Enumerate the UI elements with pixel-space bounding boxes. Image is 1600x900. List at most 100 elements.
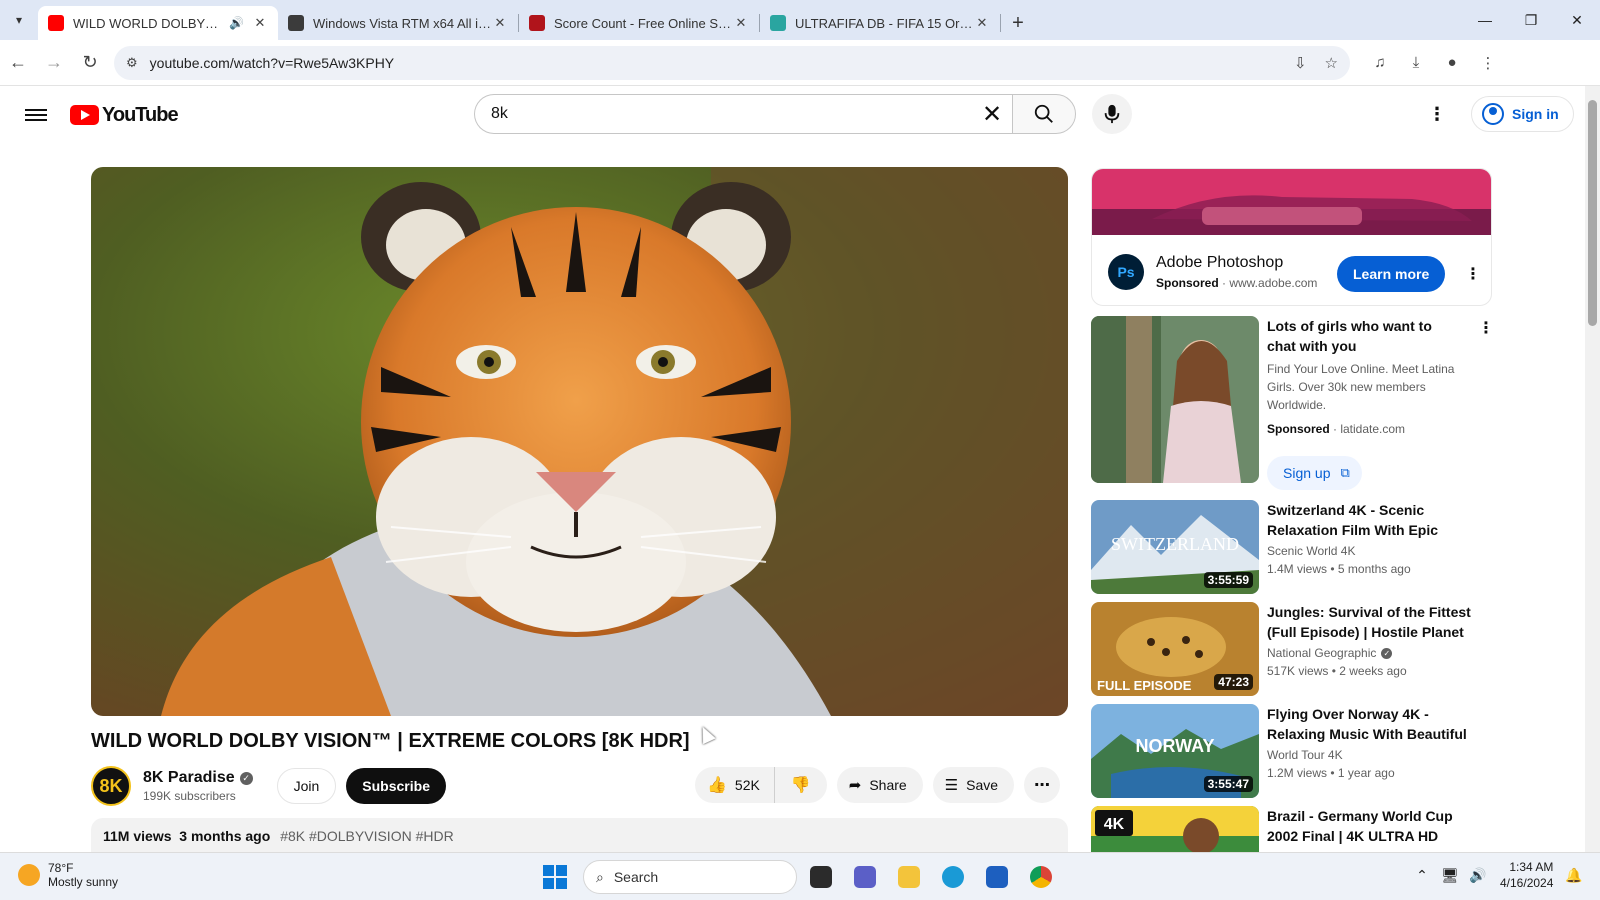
tab-youtube[interactable]: WILD WORLD DOLBY VISION™ | EXTREME COLOR…	[38, 6, 278, 40]
recommendation-item[interactable]: FULL EPISODE 47:23 Jungles: Survival of …	[1091, 602, 1492, 696]
close-tab-icon[interactable]: ✕	[733, 15, 749, 31]
recommendation-channel[interactable]: Scenic World 4K	[1267, 544, 1355, 558]
duration-badge: 47:23	[1214, 674, 1253, 690]
share-button[interactable]: ➦ Share	[836, 767, 923, 803]
ad-text: Adobe Photoshop Sponsored · www.adobe.co…	[1156, 254, 1317, 290]
recommendation-thumbnail[interactable]: NORWAY 3:55:47	[1091, 704, 1259, 798]
recommendation-thumbnail[interactable]: SWITZERLAND 3:55:59	[1091, 500, 1259, 594]
windows-start-icon[interactable]	[543, 865, 567, 889]
description-box[interactable]: 11M views 3 months ago #8K #DOLBYVISION …	[91, 818, 1068, 852]
recommendation-thumbnail[interactable]: FULL EPISODE 47:23	[1091, 602, 1259, 696]
temperature: 78°F	[48, 861, 74, 875]
ad-kebab-icon[interactable]: ⋮	[1465, 264, 1481, 284]
hashtags[interactable]: #8K #DOLBYVISION #HDR	[280, 828, 454, 844]
settings-kebab-icon[interactable]: ⋮	[1428, 104, 1446, 125]
close-tab-icon[interactable]: ✕	[252, 15, 268, 31]
microsoft-store-icon[interactable]	[977, 859, 1017, 895]
video-player[interactable]	[91, 167, 1068, 716]
page-scrollbar[interactable]	[1585, 86, 1600, 852]
channel-name[interactable]: 8K Paradise	[143, 769, 235, 787]
search-box[interactable]: ✕	[474, 94, 1012, 134]
close-tab-icon[interactable]: ✕	[974, 15, 990, 31]
network-icon[interactable]: 🖥	[1436, 867, 1464, 884]
sponsored-meta: Sponsored · latidate.com	[1267, 422, 1406, 436]
address-bar[interactable]: ⚙ youtube.com/watch?v=Rwe5Aw3KPHY ⇩ ☆	[114, 45, 1350, 80]
clock[interactable]: 1:34 AM 4/16/2024	[1500, 859, 1553, 891]
recommendation-item[interactable]: SWITZERLAND 3:55:59 Switzerland 4K - Sce…	[1091, 500, 1492, 594]
recommendation-item[interactable]: 4K Brazil - Germany World Cup 2002 Final…	[1091, 806, 1492, 852]
edge-browser-icon[interactable]	[933, 859, 973, 895]
sign-up-button[interactable]: Sign up ⧉	[1267, 456, 1362, 490]
url-text[interactable]: youtube.com/watch?v=Rwe5Aw3KPHY	[150, 55, 1276, 71]
recommendation-title[interactable]: Jungles: Survival of the Fittest (Full E…	[1267, 602, 1477, 642]
install-app-icon[interactable]: ⇩	[1294, 54, 1307, 72]
clear-search-icon[interactable]: ✕	[972, 100, 1012, 129]
new-tab-plus-icon[interactable]: +	[1001, 6, 1035, 40]
tab-ultrafifa[interactable]: ULTRAFIFA DB - FIFA 15 Original ✕	[760, 6, 1000, 40]
tab-score-count[interactable]: Score Count - Free Online Score Counter …	[519, 6, 759, 40]
speaker-icon[interactable]: 🔊	[229, 16, 244, 30]
recommendation-title[interactable]: Switzerland 4K - Scenic Relaxation Film …	[1267, 500, 1477, 540]
recommendation-thumbnail[interactable]: 4K	[1091, 806, 1259, 852]
volume-icon[interactable]: 🔊	[1464, 867, 1492, 884]
video-title: WILD WORLD DOLBY VISION™ | EXTREME COLOR…	[91, 730, 690, 752]
taskbar-search[interactable]: ⌕ Search	[583, 860, 797, 894]
ad-title[interactable]: Adobe Photoshop	[1156, 254, 1317, 272]
site-info-tune-icon[interactable]: ⚙	[126, 55, 138, 71]
forward-arrow-icon[interactable]: →	[36, 45, 72, 81]
recommendation-channel[interactable]: World Tour 4K	[1267, 748, 1343, 762]
close-tab-icon[interactable]: ✕	[492, 15, 508, 31]
sponsored-thumbnail[interactable]	[1091, 316, 1259, 483]
view-count: 517K views	[1267, 664, 1329, 678]
channel-avatar[interactable]: 8K	[91, 766, 131, 806]
tray-overflow-chevron-icon[interactable]: ⌃	[1408, 867, 1436, 884]
dislike-button[interactable]: 👎	[775, 767, 827, 803]
youtube-header: YouTube ✕ ⋮ Sign in	[0, 86, 1585, 144]
save-button[interactable]: ☰ Save	[932, 767, 1015, 803]
learn-more-button[interactable]: Learn more	[1337, 256, 1446, 292]
subscribe-button[interactable]: Subscribe	[346, 768, 446, 804]
chat-icon[interactable]	[845, 859, 885, 895]
recommendation-title[interactable]: Brazil - Germany World Cup 2002 Final | …	[1267, 806, 1477, 846]
search-button[interactable]	[1012, 94, 1076, 134]
recommendation-channel[interactable]: National Geographic	[1267, 646, 1376, 660]
tab-windows-vista[interactable]: Windows Vista RTM x64 All in One ✕	[278, 6, 518, 40]
voice-search-button[interactable]	[1092, 94, 1132, 134]
close-window-icon[interactable]: ✕	[1554, 0, 1600, 40]
hamburger-menu-icon[interactable]	[24, 103, 48, 127]
notification-bell-icon[interactable]: 🔔	[1565, 867, 1582, 884]
recommendation-item[interactable]: NORWAY 3:55:47 Flying Over Norway 4K - R…	[1091, 704, 1492, 798]
view-count: 1.2M views	[1267, 766, 1328, 780]
media-controls-icon[interactable]: ♫	[1362, 45, 1398, 81]
tab-title: Windows Vista RTM x64 All in One	[313, 15, 492, 31]
downloads-icon[interactable]: ⤓	[1398, 45, 1434, 81]
recommendation-meta: 1.4M views • 5 months ago	[1267, 562, 1411, 576]
chrome-browser-icon[interactable]	[1021, 859, 1061, 895]
sponsored-title[interactable]: Lots of girls who want to chat with you	[1267, 316, 1457, 356]
restore-icon[interactable]: ❐	[1508, 0, 1554, 40]
recommendation-title[interactable]: Flying Over Norway 4K - Relaxing Music W…	[1267, 704, 1477, 744]
profile-icon[interactable]: ●	[1434, 45, 1470, 81]
photoshop-ad-card[interactable]: Ps Adobe Photoshop Sponsored · www.adobe…	[1091, 168, 1492, 306]
search-input[interactable]	[491, 105, 972, 123]
sponsored-post[interactable]: Lots of girls who want to chat with you …	[1091, 316, 1494, 490]
upload-age: 5 months ago	[1337, 562, 1411, 576]
tab-search-chevron-icon[interactable]: ▾	[0, 0, 38, 40]
scrollbar-thumb[interactable]	[1588, 100, 1597, 326]
ad-details: Ps Adobe Photoshop Sponsored · www.adobe…	[1092, 240, 1491, 292]
sponsored-kebab-icon[interactable]: ⋮	[1478, 318, 1494, 338]
sign-in-button[interactable]: Sign in	[1471, 96, 1574, 132]
weather-widget[interactable]: 78°F Mostly sunny	[18, 861, 118, 889]
join-button[interactable]: Join	[276, 768, 337, 804]
more-actions-icon[interactable]: ⋯	[1024, 767, 1061, 803]
youtube-logo[interactable]: YouTube	[70, 104, 179, 127]
chrome-menu-icon[interactable]: ⋮	[1470, 45, 1506, 81]
back-arrow-icon[interactable]: ←	[0, 45, 36, 81]
file-explorer-icon[interactable]	[889, 859, 929, 895]
like-button[interactable]: 👍 52K	[695, 767, 775, 803]
reload-icon[interactable]: ↻	[72, 45, 108, 81]
shield-favicon-icon	[770, 15, 786, 31]
task-view-icon[interactable]	[801, 859, 841, 895]
bookmark-star-icon[interactable]: ☆	[1325, 54, 1338, 72]
minimize-icon[interactable]: —	[1462, 0, 1508, 40]
